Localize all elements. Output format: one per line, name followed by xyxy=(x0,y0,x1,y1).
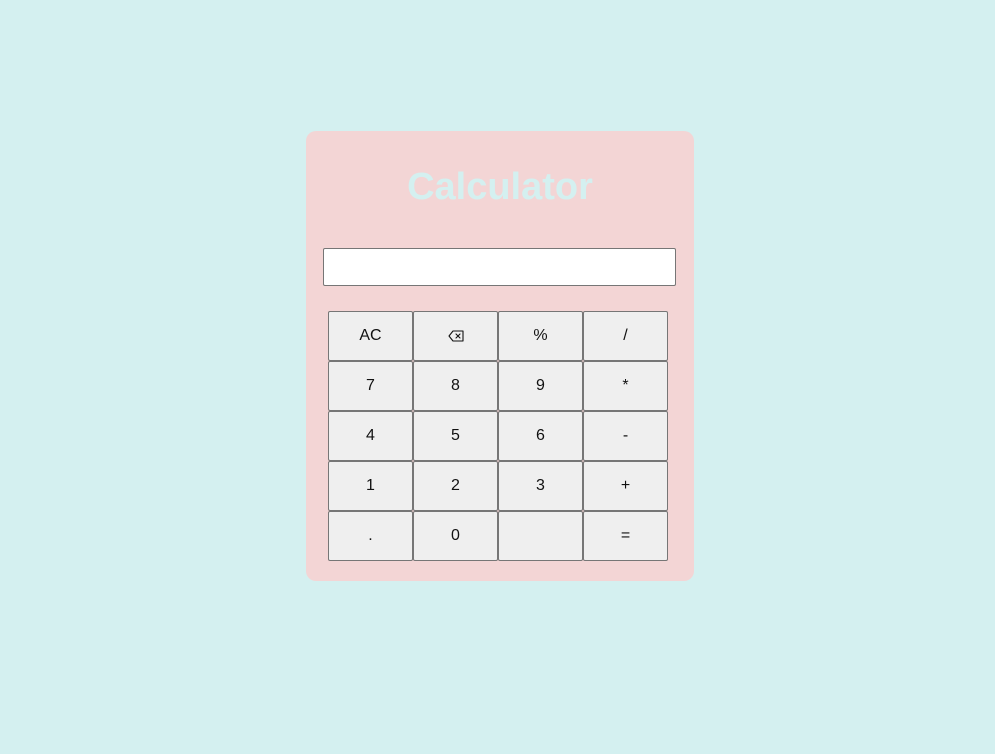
digit-3-button[interactable]: 3 xyxy=(498,461,583,511)
backspace-button[interactable] xyxy=(413,311,498,361)
keypad: AC % / 7 8 9 * 4 5 6 - 1 2 3 + . 0 = xyxy=(328,311,668,561)
equals-button[interactable]: = xyxy=(583,511,668,561)
digit-1-button[interactable]: 1 xyxy=(328,461,413,511)
backspace-icon xyxy=(447,330,464,342)
digit-0-button[interactable]: 0 xyxy=(413,511,498,561)
digit-4-button[interactable]: 4 xyxy=(328,411,413,461)
divide-button[interactable]: / xyxy=(583,311,668,361)
calculator-display[interactable] xyxy=(323,248,676,286)
blank-button[interactable] xyxy=(498,511,583,561)
percent-button[interactable]: % xyxy=(498,311,583,361)
digit-7-button[interactable]: 7 xyxy=(328,361,413,411)
digit-6-button[interactable]: 6 xyxy=(498,411,583,461)
digit-2-button[interactable]: 2 xyxy=(413,461,498,511)
clear-button[interactable]: AC xyxy=(328,311,413,361)
multiply-button[interactable]: * xyxy=(583,361,668,411)
digit-5-button[interactable]: 5 xyxy=(413,411,498,461)
calculator-title: Calculator xyxy=(407,166,593,208)
add-button[interactable]: + xyxy=(583,461,668,511)
calculator-panel: Calculator AC % / 7 8 9 * 4 5 6 - 1 2 3 … xyxy=(306,131,694,581)
decimal-button[interactable]: . xyxy=(328,511,413,561)
subtract-button[interactable]: - xyxy=(583,411,668,461)
digit-8-button[interactable]: 8 xyxy=(413,361,498,411)
digit-9-button[interactable]: 9 xyxy=(498,361,583,411)
